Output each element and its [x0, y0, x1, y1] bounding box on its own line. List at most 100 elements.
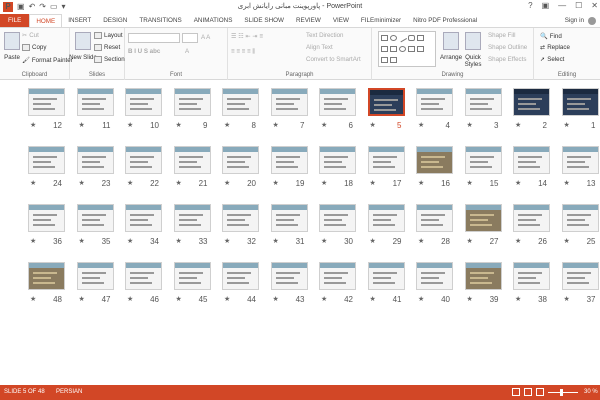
- tab-review[interactable]: REVIEW: [290, 14, 327, 27]
- slide-thumbnail[interactable]: [270, 146, 308, 174]
- user-avatar-icon[interactable]: [588, 17, 596, 25]
- slide-thumbnail[interactable]: [319, 262, 356, 290]
- slide-thumbnail[interactable]: [464, 88, 502, 116]
- transition-star-icon[interactable]: ★: [176, 237, 182, 245]
- reading-view-icon[interactable]: [536, 388, 544, 396]
- transition-star-icon[interactable]: ★: [515, 121, 521, 129]
- slide-thumbnail[interactable]: [222, 204, 259, 232]
- font-size-buttons[interactable]: A A: [201, 34, 210, 41]
- find-button[interactable]: 🔍 Find: [540, 32, 562, 41]
- transition-star-icon[interactable]: ★: [224, 295, 230, 303]
- transition-star-icon[interactable]: ★: [321, 295, 327, 303]
- slide-thumbnail[interactable]: [270, 204, 308, 232]
- slide-thumbnail[interactable]: [76, 262, 114, 290]
- transition-star-icon[interactable]: ★: [30, 237, 36, 245]
- shape-outline-button[interactable]: Shape Outline: [488, 44, 527, 51]
- font-name-box[interactable]: [128, 33, 180, 43]
- arrange-button[interactable]: Arrange: [440, 32, 462, 61]
- transition-star-icon[interactable]: ★: [224, 179, 230, 187]
- transition-star-icon[interactable]: ★: [321, 237, 327, 245]
- transition-star-icon[interactable]: ★: [564, 237, 570, 245]
- transition-star-icon[interactable]: ★: [467, 179, 473, 187]
- transition-star-icon[interactable]: ★: [370, 121, 376, 129]
- transition-star-icon[interactable]: ★: [515, 237, 521, 245]
- shapes-gallery[interactable]: [378, 31, 436, 67]
- transition-star-icon[interactable]: ★: [79, 295, 85, 303]
- transition-star-icon[interactable]: ★: [564, 121, 570, 129]
- align-buttons[interactable]: ≡ ≡ ≡ ≡ ⫼: [231, 48, 255, 56]
- slide-thumbnail[interactable]: [173, 204, 211, 232]
- help-icon[interactable]: ?: [528, 1, 532, 10]
- transition-star-icon[interactable]: ★: [564, 179, 570, 187]
- transition-star-icon[interactable]: ★: [273, 121, 279, 129]
- sign-in-link[interactable]: Sign in: [565, 14, 584, 27]
- maximize-icon[interactable]: ☐: [575, 1, 582, 10]
- slide-thumbnail[interactable]: [28, 262, 65, 290]
- transition-star-icon[interactable]: ★: [370, 179, 376, 187]
- connector-shape-icon[interactable]: [390, 57, 397, 63]
- tab-file[interactable]: FILE: [0, 14, 30, 27]
- slide-thumbnail[interactable]: [416, 204, 453, 232]
- slide-thumbnail[interactable]: [173, 88, 211, 116]
- zoom-slider-knob[interactable]: [560, 389, 563, 396]
- reset-button[interactable]: Reset: [94, 44, 120, 51]
- slide-thumbnail[interactable]: [464, 204, 502, 232]
- slide-thumbnail[interactable]: [319, 88, 356, 116]
- transition-star-icon[interactable]: ★: [224, 121, 230, 129]
- slide-thumbnail[interactable]: [513, 146, 550, 174]
- quick-styles-button[interactable]: Quick Styles: [460, 32, 486, 68]
- slide-thumbnail[interactable]: [125, 262, 162, 290]
- normal-view-icon[interactable]: [512, 388, 520, 396]
- slide-thumbnail[interactable]: [173, 146, 211, 174]
- circle-shape-icon[interactable]: [399, 46, 406, 52]
- section-button[interactable]: Section: [94, 56, 125, 63]
- slide-thumbnail[interactable]: [513, 204, 550, 232]
- slide-thumbnail[interactable]: [125, 88, 162, 116]
- font-style-buttons[interactable]: B I U S abc: [128, 48, 160, 55]
- transition-star-icon[interactable]: ★: [176, 121, 182, 129]
- tab-view[interactable]: VIEW: [327, 14, 355, 27]
- slide-thumbnail[interactable]: [367, 146, 405, 174]
- arrow-shape-icon[interactable]: [381, 46, 388, 52]
- slide-thumbnail[interactable]: [416, 262, 453, 290]
- transition-star-icon[interactable]: ★: [418, 121, 424, 129]
- format-painter-button[interactable]: 🖌 Format Painter: [22, 56, 73, 65]
- tab-design[interactable]: DESIGN: [97, 14, 133, 27]
- language-indicator[interactable]: PERSIAN: [56, 389, 82, 395]
- transition-star-icon[interactable]: ★: [418, 295, 424, 303]
- align-text-button[interactable]: Align Text: [306, 44, 333, 51]
- layout-button[interactable]: Layout: [94, 32, 123, 39]
- cut-button[interactable]: ✂ Cut: [22, 32, 39, 39]
- transition-star-icon[interactable]: ★: [467, 121, 473, 129]
- slide-thumbnail[interactable]: [270, 88, 308, 116]
- triangle-shape-icon[interactable]: [417, 35, 424, 41]
- transition-star-icon[interactable]: ★: [79, 121, 85, 129]
- copy-button[interactable]: Copy: [22, 44, 46, 51]
- paste-button[interactable]: Paste: [3, 32, 21, 61]
- slide-thumbnail[interactable]: [416, 88, 453, 116]
- transition-star-icon[interactable]: ★: [30, 121, 36, 129]
- minimize-icon[interactable]: —: [558, 1, 566, 10]
- transition-star-icon[interactable]: ★: [418, 237, 424, 245]
- slide-thumbnail[interactable]: [125, 204, 162, 232]
- line-shape-icon[interactable]: [397, 33, 408, 43]
- shape-fill-button[interactable]: Shape Fill: [488, 32, 516, 39]
- tab-animations[interactable]: ANIMATIONS: [188, 14, 239, 27]
- zoom-percentage[interactable]: 30 %: [584, 389, 598, 395]
- slide-thumbnail[interactable]: [222, 88, 259, 116]
- tab-transitions[interactable]: TRANSITIONS: [133, 14, 187, 27]
- slide-thumbnail[interactable]: [319, 146, 356, 174]
- transition-star-icon[interactable]: ★: [30, 295, 36, 303]
- transition-star-icon[interactable]: ★: [30, 179, 36, 187]
- list-buttons[interactable]: ☰ ☷ ⇤ ⇥ ≡: [231, 33, 263, 40]
- slide-thumbnail[interactable]: [464, 146, 502, 174]
- slide-thumbnail[interactable]: [28, 146, 65, 174]
- slide-thumbnail[interactable]: [561, 262, 599, 290]
- callout-shape-icon[interactable]: [390, 46, 397, 52]
- tab-slide-show[interactable]: SLIDE SHOW: [238, 14, 290, 27]
- slide-thumbnail[interactable]: [561, 88, 599, 116]
- slide-thumbnail[interactable]: [76, 88, 114, 116]
- slide-thumbnail[interactable]: [76, 146, 114, 174]
- shape-effects-button[interactable]: Shape Effects: [488, 56, 526, 63]
- convert-smartart-button[interactable]: Convert to SmartArt: [306, 56, 361, 63]
